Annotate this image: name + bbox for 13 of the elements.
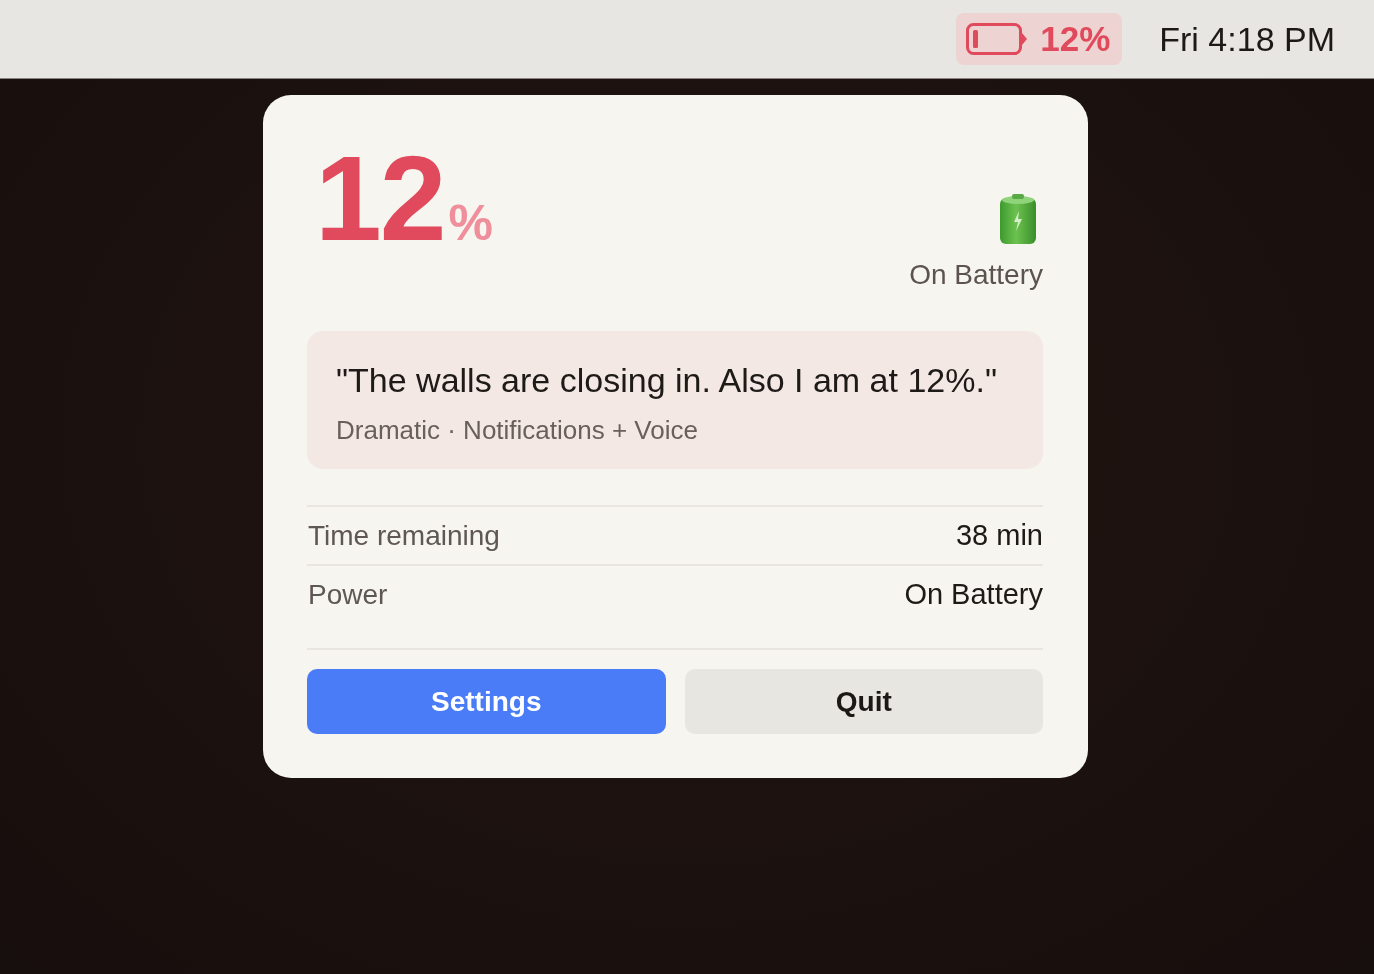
detail-value: 38 min [955,519,1043,552]
charge-percent: 12% [315,138,493,258]
battery-icon [966,23,1029,55]
battery-icon [1000,194,1036,244]
quit-button[interactable]: Quit [684,669,1043,734]
power-source-text: On Battery [909,259,1043,291]
settings-button[interactable]: Settings [307,669,666,734]
quote-text: "The walls are closing in. Also I am at 12%." [336,361,998,399]
clock-menu-item[interactable]: Fri 4:18 PM [1159,19,1335,59]
alert-meta-text: Dramatic · Notifications + Voice [336,415,699,445]
detail-label: Power [308,578,388,611]
detail-value: On Battery [904,578,1043,611]
detail-label: Time remaining [308,519,500,552]
